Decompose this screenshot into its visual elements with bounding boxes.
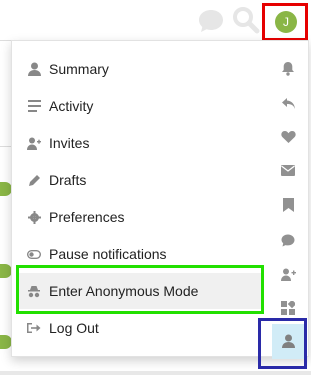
menu-item-log-out[interactable]: Log Out — [17, 310, 261, 346]
menu-item-label: Drafts — [49, 172, 87, 188]
menu-item-label: Activity — [49, 98, 94, 114]
invites-tab[interactable] — [279, 265, 297, 283]
envelope-icon — [281, 164, 295, 176]
chat-bubble-icon — [199, 10, 223, 32]
menu-item-label: Pause notifications — [49, 246, 167, 262]
pencil-icon — [27, 173, 41, 187]
chat-tab[interactable] — [279, 231, 297, 249]
heart-icon — [280, 130, 296, 143]
site-header: J — [0, 0, 311, 41]
user-menu-button[interactable]: J — [262, 3, 308, 41]
reply-icon — [281, 97, 295, 109]
list-icon — [27, 99, 41, 113]
menu-item-label: Invites — [49, 135, 90, 151]
search-icon — [233, 7, 260, 34]
bookmark-icon — [282, 198, 294, 212]
replies-tab[interactable] — [279, 94, 297, 112]
plugins-tab[interactable] — [279, 299, 297, 317]
avatar: J — [275, 11, 297, 33]
anonymous-mode-highlight — [16, 265, 264, 314]
puzzle-icon — [281, 301, 295, 315]
search-button[interactable] — [232, 6, 260, 34]
menu-item-label: Log Out — [49, 320, 99, 336]
page: J Summary Activity Invites Drafts Prefer… — [0, 0, 311, 375]
menu-item-label: Preferences — [49, 209, 125, 225]
menu-item-label: Summary — [49, 61, 109, 77]
bookmarks-tab[interactable] — [279, 196, 297, 214]
background-strip — [0, 371, 311, 375]
bell-icon — [282, 61, 294, 76]
user-menu-list: Summary Activity Invites Drafts Preferen… — [12, 41, 265, 356]
user-plus-icon — [27, 136, 41, 150]
profile-tab-highlight — [258, 318, 307, 369]
sign-out-icon — [27, 321, 41, 335]
user-menu-panel: Summary Activity Invites Drafts Preferen… — [11, 40, 309, 359]
menu-item-preferences[interactable]: Preferences — [17, 199, 261, 235]
chat-bubble-icon — [281, 234, 295, 246]
gear-icon — [27, 210, 41, 224]
menu-item-summary[interactable]: Summary — [17, 51, 261, 87]
menu-item-activity[interactable]: Activity — [17, 88, 261, 124]
user-icon — [27, 62, 41, 76]
chat-button[interactable] — [197, 8, 225, 34]
user-plus-icon — [280, 268, 296, 281]
messages-tab[interactable] — [279, 161, 297, 179]
likes-tab[interactable] — [279, 127, 297, 145]
menu-item-drafts[interactable]: Drafts — [17, 162, 261, 198]
menu-item-invites[interactable]: Invites — [17, 125, 261, 161]
quick-access-rail — [268, 41, 309, 359]
toggle-icon — [27, 247, 41, 261]
notifications-tab[interactable] — [279, 59, 297, 77]
